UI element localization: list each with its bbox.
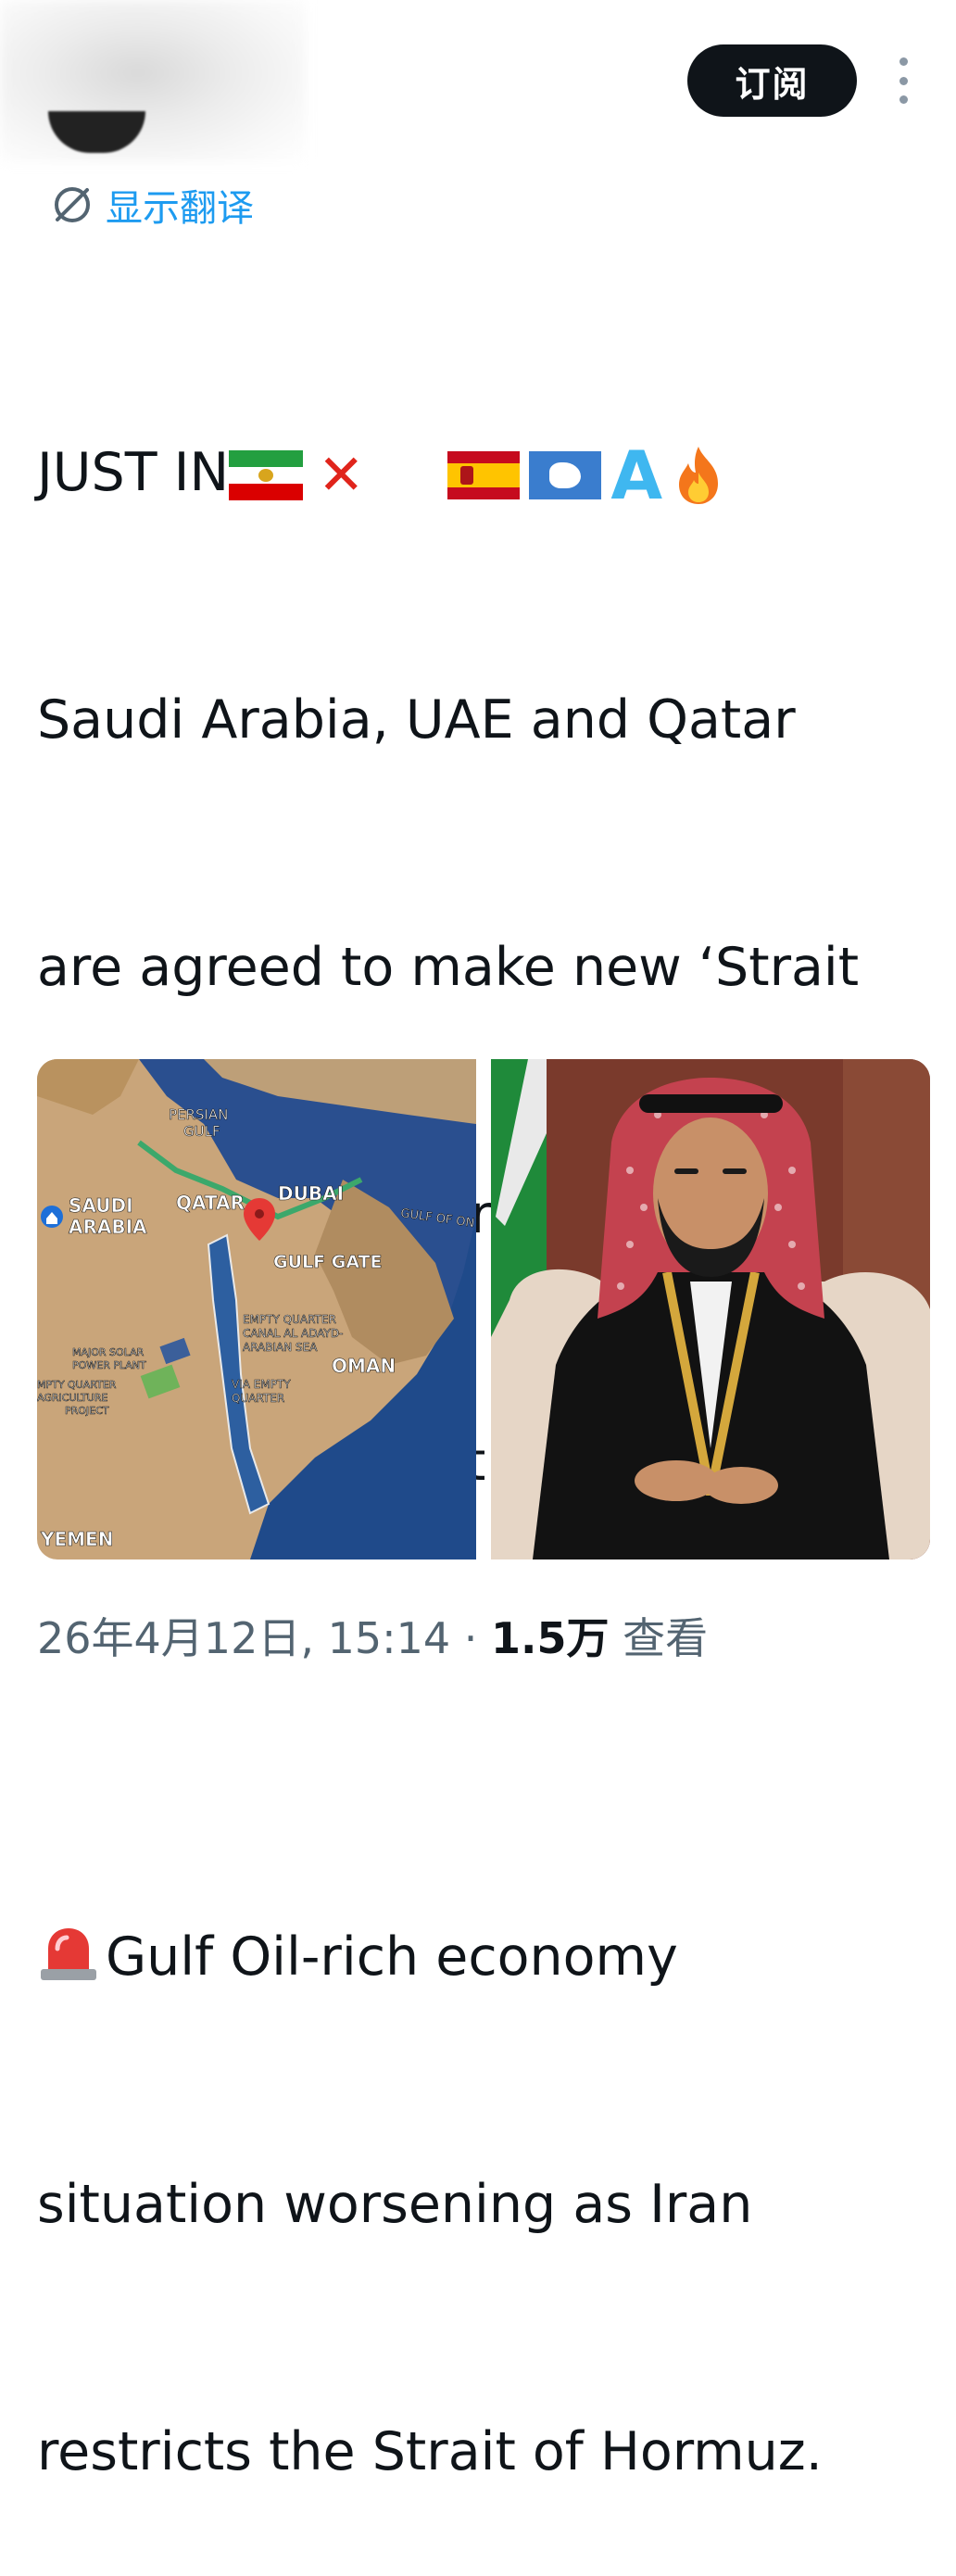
- antarctica-flag-icon: [529, 451, 602, 500]
- siren-icon: [41, 1928, 96, 1981]
- view-count: 1.5万: [491, 1613, 610, 1663]
- tweet-line-8: restricts the Strait of Hormuz.: [37, 2421, 823, 2482]
- map-label-qatar: QATAR: [176, 1192, 245, 1214]
- map-label-agri-1: MPTY QUARTER: [37, 1379, 117, 1391]
- map-label-canal-2: CANAL AL ADAYD-: [243, 1327, 343, 1340]
- map-image[interactable]: PERSIAN GULF SAUDI ARABIA QATAR DUBAI GU…: [37, 1059, 476, 1559]
- letter-a-emoji: A: [610, 436, 663, 515]
- map-label-dubai: DUBAI: [278, 1182, 344, 1205]
- map-label-saudi-1: SAUDI: [69, 1194, 133, 1217]
- map-label-gulf-gate: GULF GATE: [273, 1252, 383, 1272]
- map-label-persian-gulf-1: PERSIAN: [169, 1106, 228, 1123]
- map-label-saudi-2: ARABIA: [69, 1216, 147, 1238]
- map-label-agri-2: AGRICULTURE: [37, 1392, 108, 1404]
- tweet-line-2: Saudi Arabia, UAE and Qatar: [37, 689, 796, 751]
- map-label-yemen: YEMEN: [40, 1528, 113, 1550]
- tweet-line-6: Gulf Oil-rich economy: [37, 1916, 936, 1999]
- map-label-via-2: QUARTER: [232, 1392, 284, 1405]
- map-label-persian-gulf-2: GULF: [183, 1123, 220, 1140]
- cross-mark-icon: ✕: [318, 442, 365, 508]
- iran-lion-sun-flag-icon: [229, 450, 304, 501]
- map-label-canal-3: ARABIAN SEA: [243, 1341, 318, 1354]
- tweet-meta: 26年4月12日, 15:14 · 1.5万 查看: [37, 1605, 708, 1666]
- views-label: 查看: [609, 1613, 709, 1663]
- map-label-solar-2: POWER PLANT: [72, 1359, 146, 1371]
- show-translation-link[interactable]: 显示翻译: [48, 178, 254, 232]
- map-label-oman: OMAN: [332, 1355, 396, 1377]
- spain-flag-icon: [447, 451, 521, 500]
- fire-icon: [679, 447, 719, 505]
- map-label-agri-3: PROJECT: [65, 1405, 109, 1417]
- translate-icon: [55, 187, 90, 222]
- post-timestamp[interactable]: 26年4月12日, 15:14 ·: [37, 1613, 491, 1663]
- map-label-solar-1: MAJOR SOLAR: [72, 1346, 145, 1358]
- tweet-line-1: JUST IN ✕ A: [37, 432, 936, 514]
- more-vertical-icon[interactable]: [897, 57, 910, 104]
- map-label-canal-1: EMPTY QUARTER: [243, 1313, 336, 1326]
- map-label-via-1: VIA EMPTY: [232, 1378, 291, 1391]
- subscribe-button[interactable]: 订阅: [687, 44, 857, 117]
- author-info-blurred: [0, 0, 306, 162]
- portrait-photo[interactable]: [491, 1059, 930, 1559]
- tweet-line-7: situation worsening as Iran: [37, 2174, 753, 2235]
- show-translation-label: 显示翻译: [106, 187, 254, 230]
- tweet-line-3: are agreed to make new ‘Strait: [37, 937, 860, 998]
